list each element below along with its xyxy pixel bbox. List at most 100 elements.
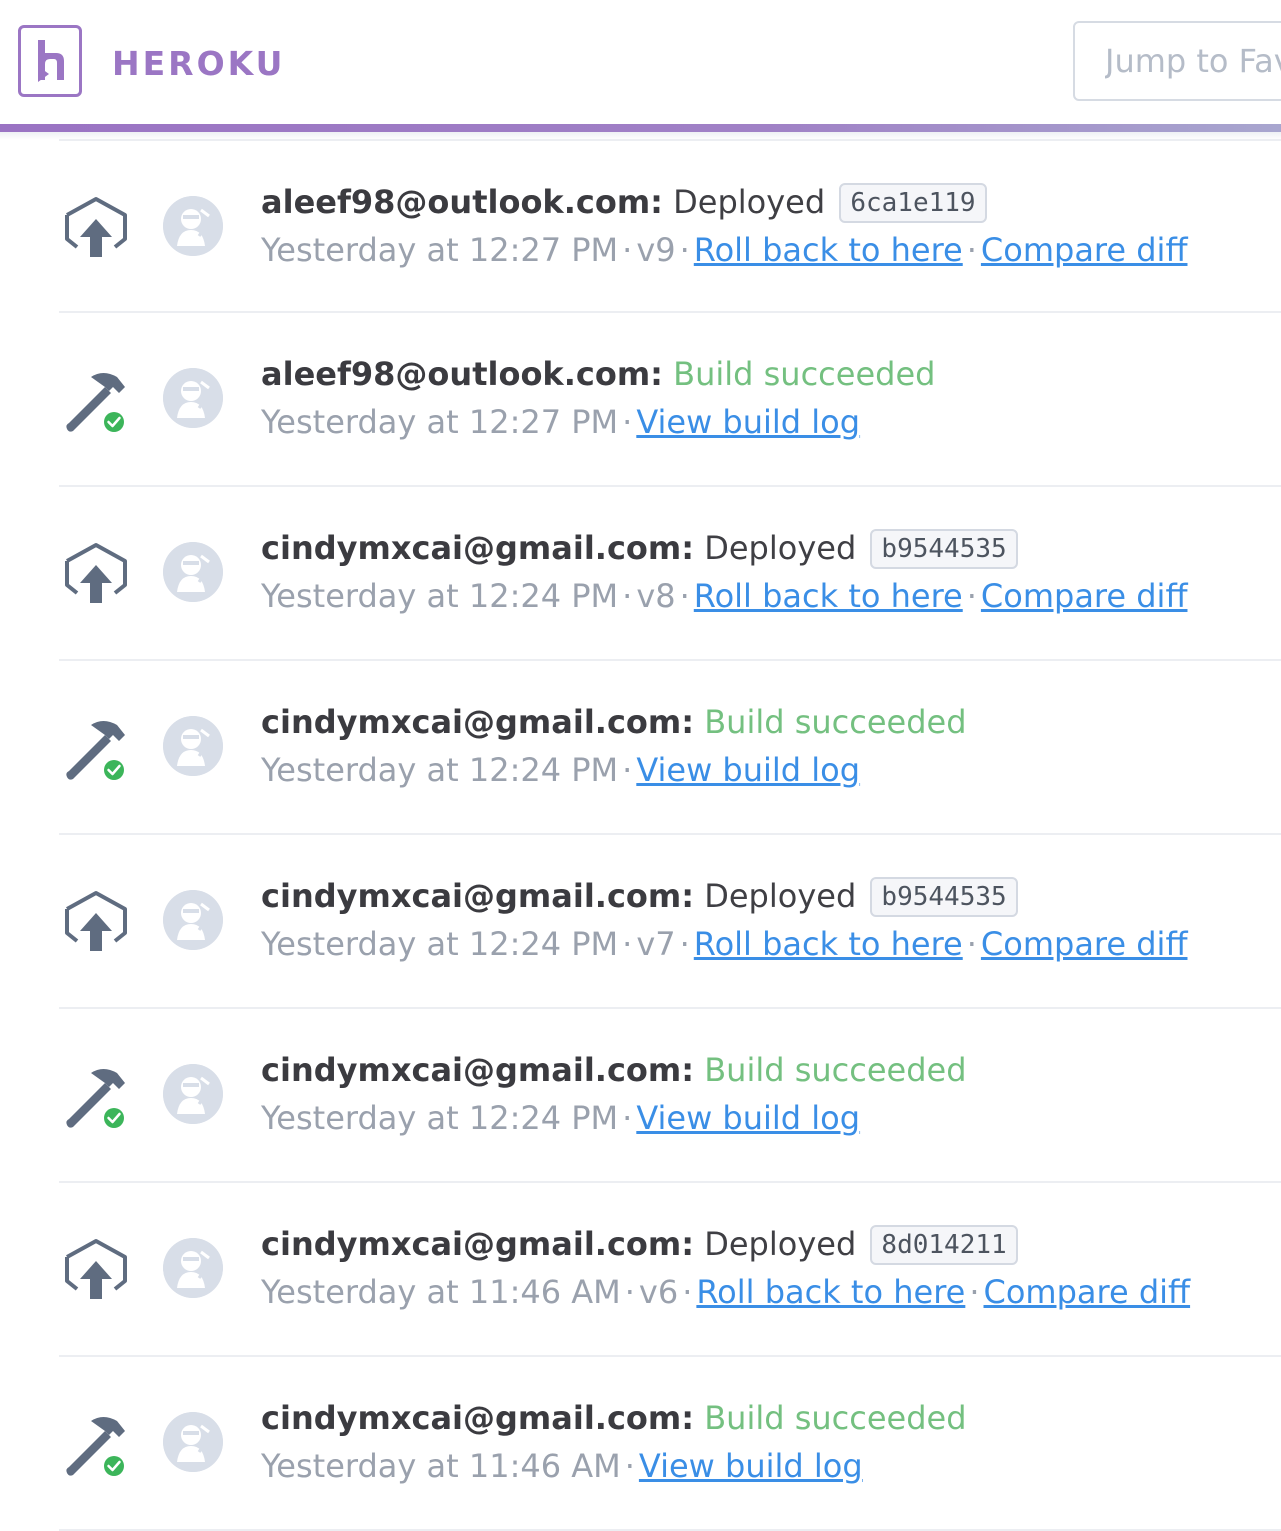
build-success-icon bbox=[63, 715, 129, 782]
view-build-log-link[interactable]: View build log bbox=[639, 1447, 863, 1485]
actor-email: aleef98@outlook.com: bbox=[261, 355, 663, 393]
roll-back-link[interactable]: Roll back to here bbox=[694, 577, 963, 615]
activity-meta: Yesterday at 12:27 PM · View build log bbox=[261, 401, 860, 443]
activity-action: Deployed bbox=[704, 529, 857, 567]
separator: · bbox=[622, 925, 633, 963]
activity-item: aleef98@outlook.com: Deployed 6ca1e119 Y… bbox=[59, 139, 1281, 313]
activity-meta: Yesterday at 12:24 PM · View build log bbox=[261, 749, 860, 791]
user-avatar[interactable] bbox=[163, 1412, 223, 1472]
separator: · bbox=[624, 1447, 635, 1485]
deploy-icon bbox=[63, 541, 129, 607]
activity-item: cindymxcai@gmail.com: Deployed b9544535 … bbox=[59, 835, 1281, 1009]
compare-diff-link[interactable]: Compare diff bbox=[981, 577, 1188, 615]
actor-email: cindymxcai@gmail.com: bbox=[261, 1399, 695, 1437]
heroku-logo-icon[interactable] bbox=[18, 25, 82, 97]
separator: · bbox=[966, 231, 977, 269]
separator: · bbox=[966, 577, 977, 615]
activity-title: cindymxcai@gmail.com: Deployed b9544535 bbox=[261, 527, 1018, 569]
build-success-icon bbox=[63, 1411, 129, 1478]
separator: · bbox=[622, 1099, 633, 1137]
activity-time: Yesterday at 12:24 PM bbox=[261, 577, 619, 615]
separator: · bbox=[624, 1273, 635, 1311]
separator: · bbox=[622, 403, 633, 441]
actor-email: cindymxcai@gmail.com: bbox=[261, 1051, 695, 1089]
activity-action: Deployed bbox=[673, 183, 826, 221]
activity-item: cindymxcai@gmail.com: Build succeeded Ye… bbox=[59, 1009, 1281, 1183]
user-avatar[interactable] bbox=[163, 196, 223, 256]
user-avatar[interactable] bbox=[163, 1064, 223, 1124]
header-accent-bar bbox=[0, 124, 1281, 132]
compare-diff-link[interactable]: Compare diff bbox=[981, 925, 1188, 963]
activity-meta: Yesterday at 12:24 PM · View build log bbox=[261, 1097, 860, 1139]
activity-item: cindymxcai@gmail.com: Build succeeded Ye… bbox=[59, 661, 1281, 835]
activity-time: Yesterday at 12:24 PM bbox=[261, 1099, 619, 1137]
build-status: Build succeeded bbox=[673, 355, 936, 393]
activity-title: cindymxcai@gmail.com: Build succeeded bbox=[261, 1049, 967, 1091]
brand-name[interactable]: HEROKU bbox=[112, 44, 285, 84]
compare-diff-link[interactable]: Compare diff bbox=[984, 1273, 1191, 1311]
build-success-icon bbox=[63, 1063, 129, 1130]
build-status: Build succeeded bbox=[704, 703, 967, 741]
commit-sha[interactable]: b9544535 bbox=[870, 877, 1018, 917]
app-header: HEROKU bbox=[0, 0, 1281, 126]
jump-to-favorites-input[interactable] bbox=[1073, 21, 1281, 101]
roll-back-link[interactable]: Roll back to here bbox=[694, 925, 963, 963]
actor-email: cindymxcai@gmail.com: bbox=[261, 1225, 695, 1263]
commit-sha[interactable]: b9544535 bbox=[870, 529, 1018, 569]
actor-email: cindymxcai@gmail.com: bbox=[261, 529, 695, 567]
activity-meta: Yesterday at 12:27 PM · v9 · Roll back to he… bbox=[261, 229, 1187, 271]
roll-back-link[interactable]: Roll back to here bbox=[696, 1273, 965, 1311]
activity-time: Yesterday at 11:46 AM bbox=[261, 1447, 621, 1485]
separator: · bbox=[622, 231, 633, 269]
activity-title: cindymxcai@gmail.com: Deployed b9544535 bbox=[261, 875, 1018, 917]
deploy-icon bbox=[63, 889, 129, 955]
activity-meta: Yesterday at 11:46 AM · v6 · Roll back to he… bbox=[261, 1271, 1190, 1313]
compare-diff-link[interactable]: Compare diff bbox=[981, 231, 1188, 269]
release-version: v8 bbox=[636, 577, 676, 615]
activity-meta: Yesterday at 12:24 PM · v8 · Roll back to he… bbox=[261, 575, 1187, 617]
activity-item: cindymxcai@gmail.com: Deployed b9544535 … bbox=[59, 487, 1281, 661]
activity-time: Yesterday at 11:46 AM bbox=[261, 1273, 621, 1311]
activity-time: Yesterday at 12:24 PM bbox=[261, 751, 619, 789]
activity-time: Yesterday at 12:27 PM bbox=[261, 403, 619, 441]
activity-time: Yesterday at 12:27 PM bbox=[261, 231, 619, 269]
commit-sha[interactable]: 6ca1e119 bbox=[839, 183, 987, 223]
commit-sha[interactable]: 8d014211 bbox=[870, 1225, 1018, 1265]
activity-title: aleef98@outlook.com: Deployed 6ca1e119 bbox=[261, 181, 987, 223]
activity-action: Deployed bbox=[704, 877, 857, 915]
separator: · bbox=[679, 231, 690, 269]
build-success-icon bbox=[63, 367, 129, 434]
activity-title: aleef98@outlook.com: Build succeeded bbox=[261, 353, 935, 395]
user-avatar[interactable] bbox=[163, 716, 223, 776]
roll-back-link[interactable]: Roll back to here bbox=[694, 231, 963, 269]
release-version: v7 bbox=[636, 925, 676, 963]
separator: · bbox=[966, 925, 977, 963]
activity-title: cindymxcai@gmail.com: Build succeeded bbox=[261, 1397, 967, 1439]
deploy-icon bbox=[63, 1237, 129, 1303]
user-avatar[interactable] bbox=[163, 368, 223, 428]
actor-email: aleef98@outlook.com: bbox=[261, 183, 663, 221]
separator: · bbox=[679, 577, 690, 615]
separator: · bbox=[682, 1273, 693, 1311]
separator: · bbox=[969, 1273, 980, 1311]
activity-time: Yesterday at 12:24 PM bbox=[261, 925, 619, 963]
activity-item: cindymxcai@gmail.com: Deployed 8d014211 … bbox=[59, 1183, 1281, 1357]
release-version: v6 bbox=[638, 1273, 679, 1311]
view-build-log-link[interactable]: View build log bbox=[636, 751, 860, 789]
user-avatar[interactable] bbox=[163, 542, 223, 602]
view-build-log-link[interactable]: View build log bbox=[636, 1099, 860, 1137]
build-status: Build succeeded bbox=[704, 1051, 967, 1089]
activity-title: cindymxcai@gmail.com: Build succeeded bbox=[261, 701, 967, 743]
activity-feed: aleef98@outlook.com: Deployed 6ca1e119 Y… bbox=[59, 139, 1281, 1531]
activity-meta: Yesterday at 12:24 PM · v7 · Roll back to he… bbox=[261, 923, 1187, 965]
activity-item: cindymxcai@gmail.com: Build succeeded Ye… bbox=[59, 1357, 1281, 1531]
release-version: v9 bbox=[636, 231, 676, 269]
deploy-icon bbox=[63, 195, 129, 261]
activity-action: Deployed bbox=[704, 1225, 857, 1263]
view-build-log-link[interactable]: View build log bbox=[636, 403, 860, 441]
actor-email: cindymxcai@gmail.com: bbox=[261, 703, 695, 741]
user-avatar[interactable] bbox=[163, 1238, 223, 1298]
activity-meta: Yesterday at 11:46 AM · View build log bbox=[261, 1445, 863, 1487]
user-avatar[interactable] bbox=[163, 890, 223, 950]
build-status: Build succeeded bbox=[704, 1399, 967, 1437]
